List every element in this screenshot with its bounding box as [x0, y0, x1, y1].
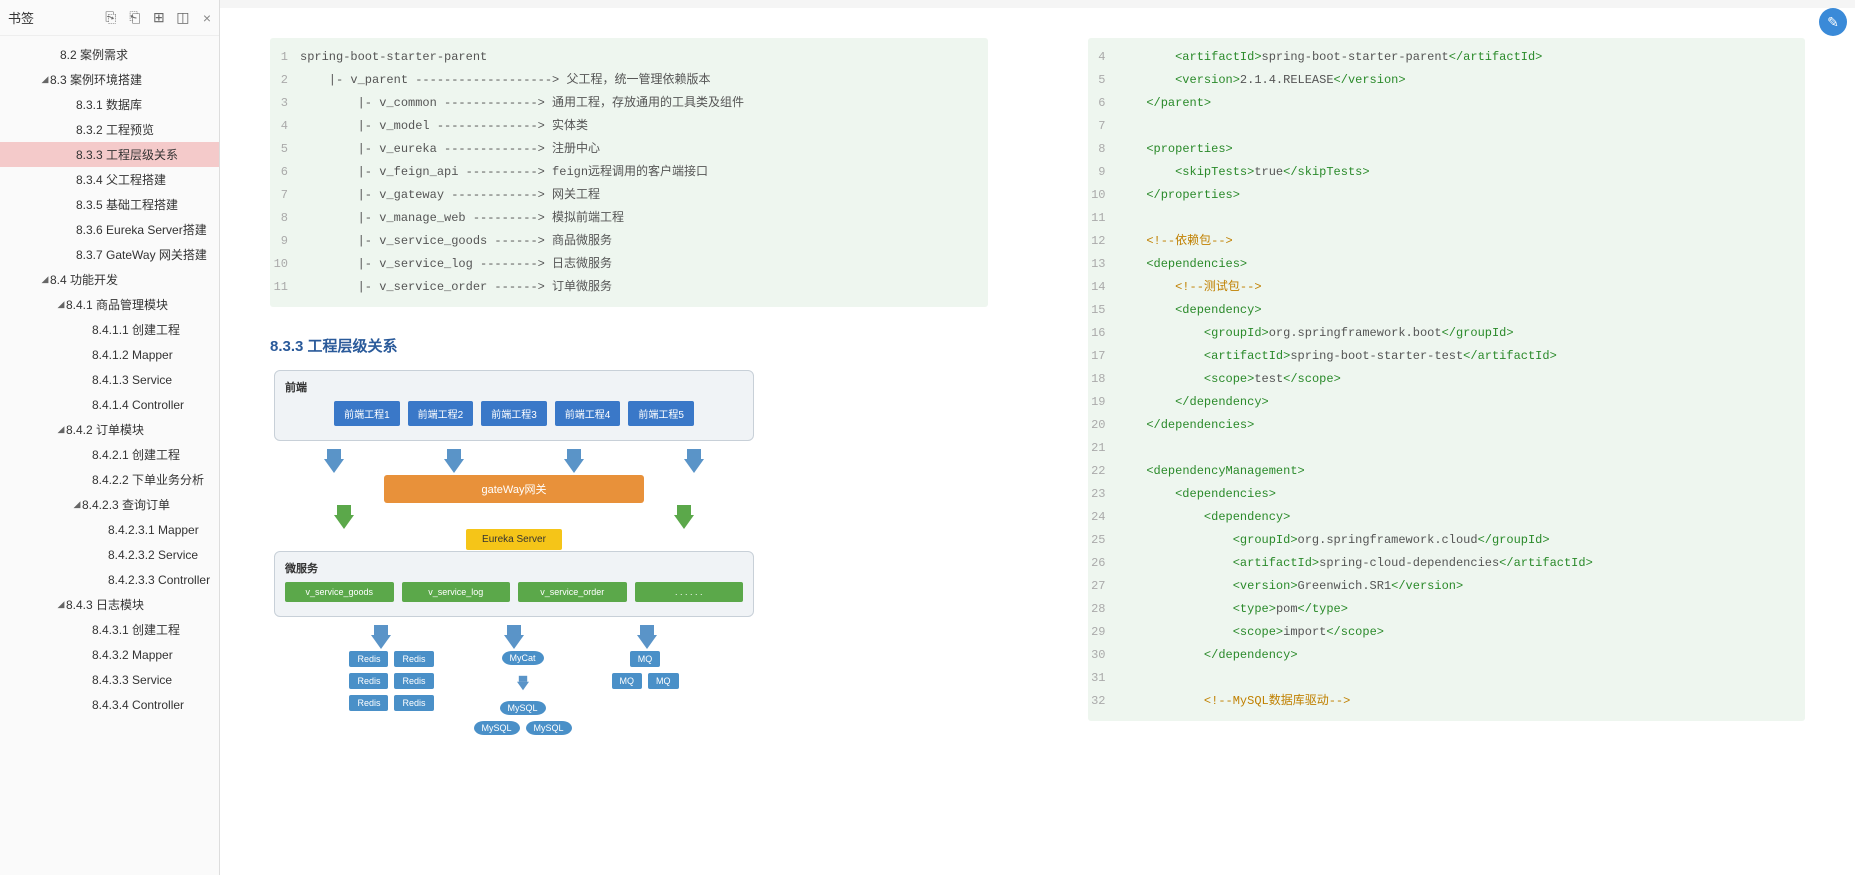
tree-label: 8.3.5 基础工程搭建: [76, 196, 178, 213]
tree-label: 8.4.2.3.2 Service: [108, 548, 198, 562]
tree-label: 8.4 功能开发: [50, 271, 118, 288]
gateway-box: gateWay网关: [274, 475, 754, 503]
frontend-box: 前端工程4: [555, 401, 621, 426]
tree-item[interactable]: ◢8.4 功能开发: [0, 267, 219, 292]
tree-label: 8.4.1.3 Service: [92, 373, 172, 387]
frontend-label: 前端: [285, 379, 743, 395]
tree-item[interactable]: 8.4.2.3.2 Service: [0, 542, 219, 567]
sidebar-toolbar: ⎘ ⎗ ⊞ ◫: [103, 10, 191, 26]
tree-item[interactable]: 8.4.3.1 创建工程: [0, 617, 219, 642]
tree-item[interactable]: ◢8.4.2.3 查询订单: [0, 492, 219, 517]
frontend-box: 前端工程5: [628, 401, 694, 426]
tree-item[interactable]: 8.3.3 工程层级关系: [0, 142, 219, 167]
tree-item[interactable]: 8.4.1.2 Mapper: [0, 342, 219, 367]
caret-icon: ◢: [40, 74, 50, 85]
tree-item[interactable]: 8.4.2.1 创建工程: [0, 442, 219, 467]
tree-item[interactable]: 8.4.3.3 Service: [0, 667, 219, 692]
tree-item[interactable]: 8.4.2.3.1 Mapper: [0, 517, 219, 542]
tree-item[interactable]: 8.4.1.3 Service: [0, 367, 219, 392]
microservice-label: 微服务: [285, 560, 743, 576]
tree-label: 8.4.3 日志模块: [66, 596, 144, 613]
close-icon[interactable]: ×: [203, 10, 211, 26]
tree-label: 8.4.2 订单模块: [66, 421, 144, 438]
tree-label: 8.4.2.2 下单业务分析: [92, 471, 204, 488]
pom-xml-code: 4 <artifactId>spring-boot-starter-parent…: [1088, 38, 1806, 721]
tree-item[interactable]: ◢8.4.1 商品管理模块: [0, 292, 219, 317]
tree-item[interactable]: 8.3.6 Eureka Server搭建: [0, 217, 219, 242]
tree-item[interactable]: 8.3.2 工程预览: [0, 117, 219, 142]
tree-item[interactable]: 8.4.1.4 Controller: [0, 392, 219, 417]
tree-item[interactable]: 8.3.4 父工程搭建: [0, 167, 219, 192]
caret-icon: ◢: [56, 424, 66, 435]
project-hierarchy-code: 1spring-boot-starter-parent2 |- v_parent…: [270, 38, 988, 307]
caret-icon: ◢: [72, 499, 82, 510]
bookmark-add-icon[interactable]: ⊞: [151, 10, 167, 26]
tree-item[interactable]: 8.3.1 数据库: [0, 92, 219, 117]
service-box: v_service_order: [518, 582, 627, 602]
tree-label: 8.3.3 工程层级关系: [76, 146, 178, 163]
sidebar-header: 书签 ⎘ ⎗ ⊞ ◫ ×: [0, 0, 219, 36]
tree-label: 8.4.1.2 Mapper: [92, 348, 173, 362]
bookmark-expand-icon[interactable]: ⎘: [103, 10, 119, 26]
tree-item[interactable]: 8.4.2.3.3 Controller: [0, 567, 219, 592]
eureka-box: Eureka Server: [274, 531, 754, 545]
frontend-box: 前端工程1: [334, 401, 400, 426]
caret-icon: ◢: [56, 299, 66, 310]
bookmarks-sidebar: 书签 ⎘ ⎗ ⊞ ◫ × 8.2 案例需求◢8.3 案例环境搭建8.3.1 数据…: [0, 0, 220, 875]
tree-item[interactable]: ◢8.4.3 日志模块: [0, 592, 219, 617]
tree-item[interactable]: 8.2 案例需求: [0, 42, 219, 67]
mq-cluster: MQ MQMQ: [612, 651, 679, 689]
tree-label: 8.4.1 商品管理模块: [66, 296, 168, 313]
tree-label: 8.4.3.3 Service: [92, 673, 172, 687]
tree-label: 8.4.2.3 查询订单: [82, 496, 170, 513]
tree-item[interactable]: 8.4.1.1 创建工程: [0, 317, 219, 342]
service-box: . . . . . .: [635, 582, 744, 602]
tree-item[interactable]: ◢8.3 案例环境搭建: [0, 67, 219, 92]
bookmark-tree[interactable]: 8.2 案例需求◢8.3 案例环境搭建8.3.1 数据库8.3.2 工程预览8.…: [0, 36, 219, 875]
bookmark-collapse-icon[interactable]: ⎗: [127, 10, 143, 26]
redis-cluster: RedisRedis RedisRedis RedisRedis: [349, 651, 433, 711]
tree-label: 8.3.1 数据库: [76, 96, 142, 113]
microservice-frame: 微服务 v_service_goodsv_service_logv_servic…: [274, 551, 754, 617]
tree-label: 8.4.2.3.3 Controller: [108, 573, 210, 587]
document-content: 1spring-boot-starter-parent2 |- v_parent…: [220, 0, 1855, 875]
frontend-row: 前端工程1 前端工程2 前端工程3 前端工程4 前端工程5: [285, 401, 743, 426]
tree-item[interactable]: 8.4.3.4 Controller: [0, 692, 219, 717]
tree-label: 8.4.2.3.1 Mapper: [108, 523, 199, 537]
tree-item[interactable]: 8.3.5 基础工程搭建: [0, 192, 219, 217]
service-box: v_service_log: [402, 582, 511, 602]
tree-label: 8.4.3.1 创建工程: [92, 621, 180, 638]
tree-label: 8.3 案例环境搭建: [50, 71, 142, 88]
tree-label: 8.4.1.4 Controller: [92, 398, 184, 412]
service-box: v_service_goods: [285, 582, 394, 602]
section-heading: 8.3.3 工程层级关系: [270, 335, 988, 356]
tree-label: 8.4.1.1 创建工程: [92, 321, 180, 338]
frontend-frame: 前端 前端工程1 前端工程2 前端工程3 前端工程4 前端工程5: [274, 370, 754, 441]
caret-icon: ◢: [56, 599, 66, 610]
services-row: v_service_goods v_service_log v_service_or…: [285, 582, 743, 602]
frontend-box: 前端工程2: [408, 401, 474, 426]
left-page[interactable]: 1spring-boot-starter-parent2 |- v_parent…: [220, 0, 1038, 875]
assistant-fab[interactable]: ✎: [1819, 8, 1847, 36]
tree-label: 8.3.7 GateWay 网关搭建: [76, 246, 207, 263]
bookmark-new-icon[interactable]: ◫: [175, 10, 191, 26]
sidebar-title: 书签: [8, 8, 103, 27]
mycat-cluster: MyCat MySQL MySQLMySQL: [474, 651, 572, 735]
tree-label: 8.2 案例需求: [60, 46, 128, 63]
tree-label: 8.3.6 Eureka Server搭建: [76, 221, 207, 238]
architecture-diagram: 前端 前端工程1 前端工程2 前端工程3 前端工程4 前端工程5 gateWay网关 E…: [274, 370, 754, 735]
tree-label: 8.4.2.1 创建工程: [92, 446, 180, 463]
tree-label: 8.3.2 工程预览: [76, 121, 154, 138]
tree-label: 8.4.3.4 Controller: [92, 698, 184, 712]
right-page[interactable]: 4 <artifactId>spring-boot-starter-parent…: [1038, 0, 1855, 875]
tree-item[interactable]: 8.3.7 GateWay 网关搭建: [0, 242, 219, 267]
tree-label: 8.4.3.2 Mapper: [92, 648, 173, 662]
tree-item[interactable]: ◢8.4.2 订单模块: [0, 417, 219, 442]
tree-item[interactable]: 8.4.2.2 下单业务分析: [0, 467, 219, 492]
tree-item[interactable]: 8.4.3.2 Mapper: [0, 642, 219, 667]
tree-label: 8.3.4 父工程搭建: [76, 171, 166, 188]
frontend-box: 前端工程3: [481, 401, 547, 426]
caret-icon: ◢: [40, 274, 50, 285]
